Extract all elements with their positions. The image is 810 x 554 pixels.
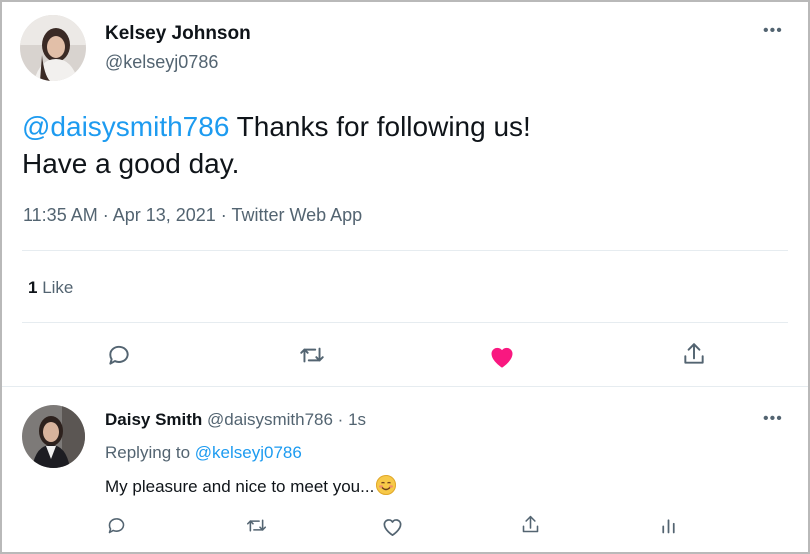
tweet-text-line1: Thanks for following us! [229, 111, 531, 142]
like-count[interactable]: 1 Like [28, 278, 73, 298]
divider [22, 250, 788, 251]
tweet-text: @daisysmith786 Thanks for following us! … [22, 108, 531, 182]
heart-filled-icon[interactable] [488, 343, 516, 374]
tweet-card: Kelsey Johnson @kelseyj0786 ••• @daisysm… [0, 0, 810, 554]
reply-author-meta[interactable]: @daisysmith786 · 1s [202, 410, 366, 429]
share-icon[interactable] [681, 341, 707, 372]
avatar[interactable] [20, 15, 86, 81]
more-icon[interactable]: ••• [763, 23, 783, 39]
author-name[interactable]: Kelsey Johnson [105, 23, 251, 45]
replying-to-label: Replying to [105, 443, 195, 462]
replying-to: Replying to @kelseyj0786 [105, 443, 302, 463]
section-divider [2, 386, 808, 387]
tweet-text-line2: Have a good day. [22, 148, 240, 179]
reply-share-icon[interactable] [520, 514, 541, 540]
smiling-face-emoji-icon [376, 475, 397, 495]
retweet-icon[interactable] [298, 342, 326, 373]
tweet-meta[interactable]: 11:35 AM · Apr 13, 2021 · Twitter Web Ap… [23, 205, 362, 226]
reply-author-name[interactable]: Daisy Smith [105, 410, 202, 429]
replying-to-handle[interactable]: @kelseyj0786 [195, 443, 302, 462]
like-count-label: Like [37, 278, 74, 297]
divider [22, 322, 788, 323]
reply-more-icon[interactable]: ••• [763, 411, 783, 427]
mention-link[interactable]: @daisysmith786 [22, 111, 229, 142]
reply-reply-icon[interactable] [106, 515, 127, 541]
reply-text: My pleasure and nice to meet you... [105, 475, 397, 497]
reply-heart-outline-icon[interactable] [381, 516, 404, 542]
reply-header: Daisy Smith @daisysmith786 · 1s [105, 410, 366, 430]
reply-text-content: My pleasure and nice to meet you... [105, 477, 375, 496]
author-handle[interactable]: @kelseyj0786 [105, 52, 218, 73]
analytics-icon[interactable] [658, 515, 679, 541]
reply-retweet-icon[interactable] [245, 515, 268, 541]
reply-icon[interactable] [106, 342, 132, 373]
reply-avatar[interactable] [22, 405, 85, 468]
